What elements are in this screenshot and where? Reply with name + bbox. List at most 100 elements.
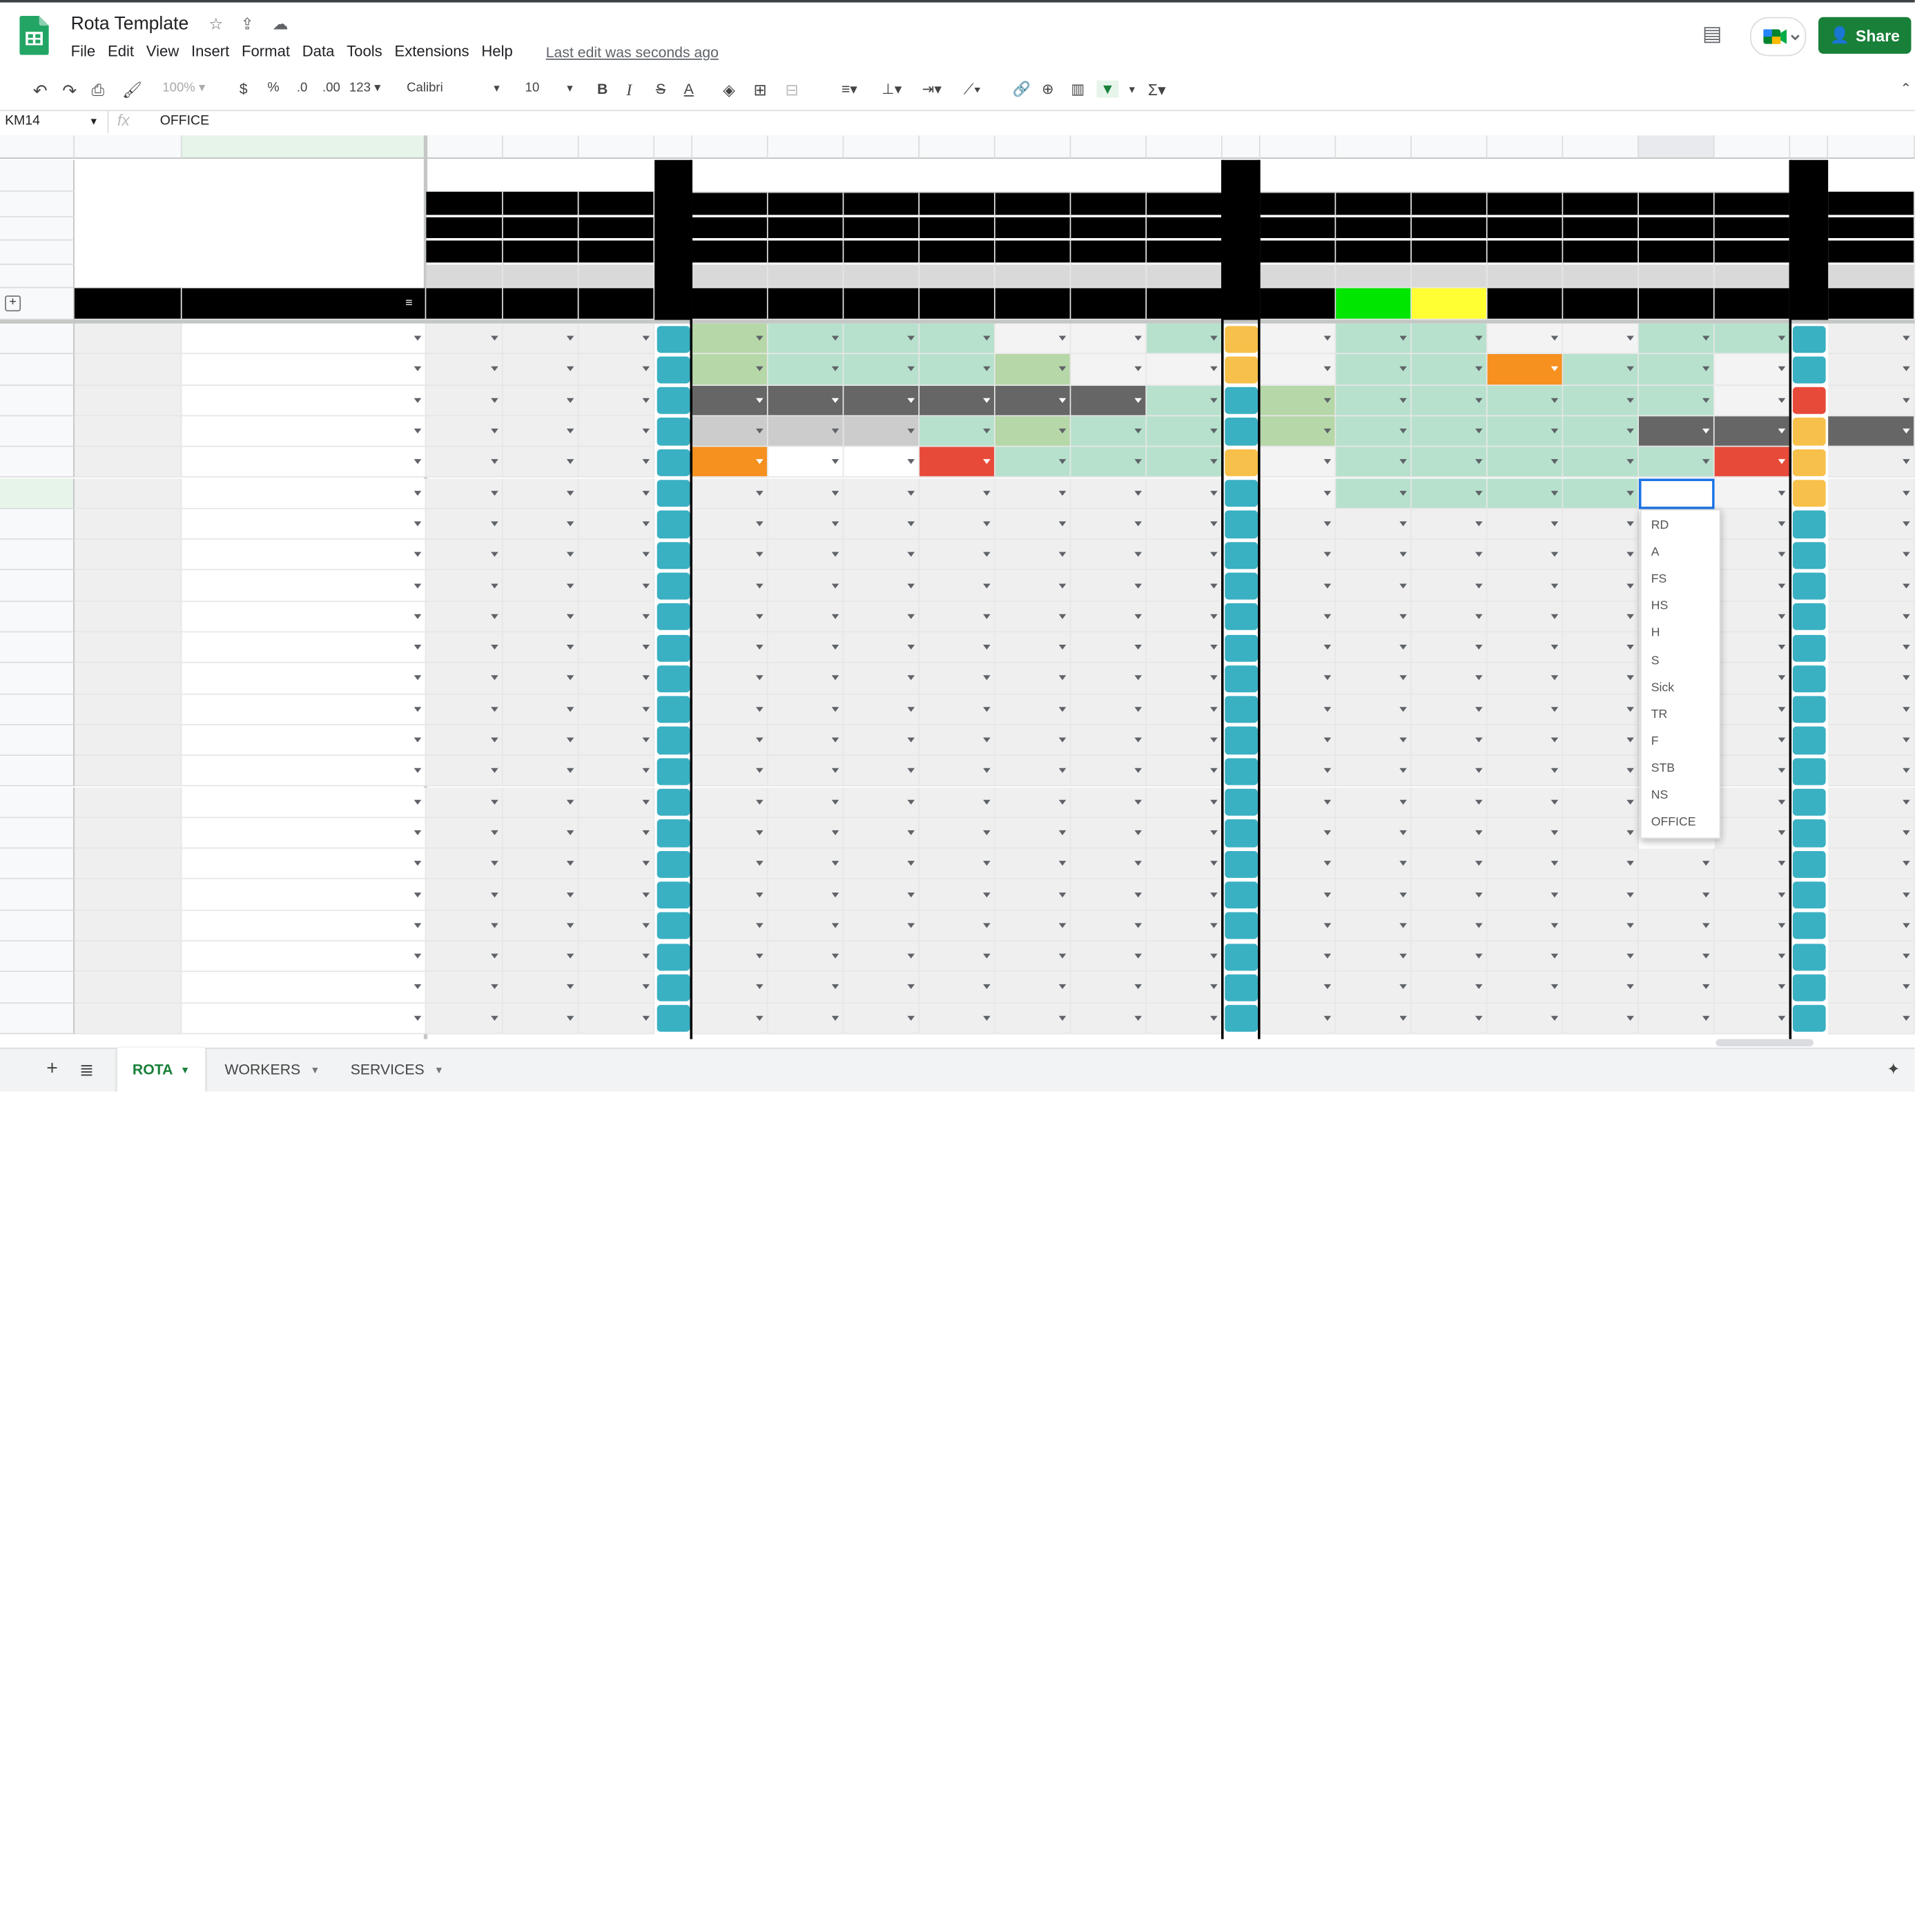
- row-header-30[interactable]: [0, 972, 75, 1004]
- row-header-10[interactable]: [0, 354, 75, 386]
- dropdown-arrow-icon[interactable]: [566, 861, 574, 866]
- cell-shift-ke[interactable]: [1071, 385, 1147, 417]
- cell-worker-name[interactable]: [182, 663, 427, 694]
- dropdown-arrow-icon[interactable]: [1475, 459, 1483, 465]
- dropdown-arrow-icon[interactable]: [1323, 923, 1332, 928]
- dropdown-arrow-icon[interactable]: [414, 737, 422, 743]
- dropdown-arrow-icon[interactable]: [1551, 923, 1559, 928]
- dropdown-arrow-icon[interactable]: [1134, 645, 1143, 650]
- column-header-a[interactable]: [74, 135, 182, 159]
- dropdown-arrow-icon[interactable]: [1475, 552, 1483, 558]
- dropdown-arrow-icon[interactable]: [1903, 490, 1910, 496]
- cell-empty-ki[interactable]: [1336, 663, 1412, 694]
- cell-worker-name[interactable]: [182, 447, 427, 478]
- column-header-kf[interactable]: [1147, 135, 1223, 159]
- dropdown-arrow-icon[interactable]: [414, 953, 422, 959]
- cell-empty-jw[interactable]: [503, 663, 579, 694]
- cell-empty-kn[interactable]: [1714, 632, 1791, 664]
- dropdown-arrow-icon[interactable]: [1399, 892, 1407, 897]
- cell-empty-kn[interactable]: [1714, 570, 1791, 602]
- cell-empty-kj[interactable]: [1411, 879, 1488, 911]
- row-header-14[interactable]: [0, 478, 75, 509]
- increase-decimal-button[interactable]: .00: [322, 81, 340, 95]
- dropdown-arrow-icon[interactable]: [1323, 706, 1332, 712]
- dropdown-arrow-icon[interactable]: [414, 614, 422, 619]
- cell-shift-jz[interactable]: [692, 416, 768, 447]
- dropdown-arrow-icon[interactable]: [756, 984, 764, 990]
- dropdown-arrow-icon[interactable]: [1323, 583, 1332, 588]
- column-filter-icon[interactable]: ≡: [405, 297, 412, 310]
- cell-empty-km[interactable]: [1638, 972, 1715, 1004]
- cell-empty-kb[interactable]: [844, 756, 920, 788]
- dropdown-arrow-icon[interactable]: [1475, 830, 1483, 835]
- currency-format-button[interactable]: $: [240, 81, 248, 98]
- dropdown-arrow-icon[interactable]: [756, 428, 764, 434]
- cell-shift-kc[interactable]: [920, 354, 995, 386]
- cell-empty-kb[interactable]: [844, 941, 920, 973]
- dropdown-arrow-icon[interactable]: [1399, 398, 1407, 403]
- column-header-jy[interactable]: [654, 135, 693, 159]
- dropdown-arrow-icon[interactable]: [907, 428, 915, 434]
- cell-worker-name[interactable]: [182, 509, 427, 540]
- dropdown-arrow-icon[interactable]: [1475, 614, 1483, 619]
- dropdown-arrow-icon[interactable]: [1626, 737, 1634, 743]
- cell-empty-kn[interactable]: [1714, 756, 1791, 788]
- dropdown-arrow-icon[interactable]: [1210, 552, 1218, 558]
- cell-empty-kk[interactable]: [1487, 509, 1564, 540]
- dropdown-arrow-icon[interactable]: [983, 490, 991, 496]
- dropdown-arrow-icon[interactable]: [831, 676, 839, 681]
- add-sheet-icon[interactable]: +: [46, 1048, 58, 1092]
- dropdown-arrow-icon[interactable]: [983, 676, 991, 681]
- cell-empty-kh[interactable]: [1260, 601, 1336, 633]
- dropdown-arrow-icon[interactable]: [983, 861, 991, 866]
- dropdown-arrow-icon[interactable]: [1399, 552, 1407, 558]
- undo-icon[interactable]: ↶: [33, 81, 48, 101]
- dropdown-arrow-icon[interactable]: [1903, 1015, 1910, 1021]
- dropdown-arrow-icon[interactable]: [1778, 737, 1786, 743]
- cell-shift-kb[interactable]: [844, 354, 920, 386]
- dropdown-arrow-icon[interactable]: [491, 367, 498, 372]
- cell-empty-jx[interactable]: [579, 540, 655, 571]
- dropdown-arrow-icon[interactable]: [1475, 768, 1483, 774]
- dropdown-arrow-icon[interactable]: [983, 428, 991, 434]
- dropdown-arrow-icon[interactable]: [642, 706, 650, 712]
- dropdown-arrow-icon[interactable]: [1778, 459, 1786, 465]
- cell-empty-jz[interactable]: [692, 540, 768, 571]
- cell-empty-jv[interactable]: [426, 632, 503, 664]
- cell-worker-name[interactable]: [182, 540, 427, 571]
- cell-empty-kp[interactable]: [1828, 632, 1915, 664]
- cell-empty-kf[interactable]: [1147, 570, 1223, 602]
- cell-shift-kk[interactable]: [1487, 323, 1564, 355]
- dropdown-arrow-icon[interactable]: [1778, 861, 1786, 866]
- dropdown-arrow-icon[interactable]: [414, 490, 422, 496]
- dropdown-arrow-icon[interactable]: [983, 552, 991, 558]
- cell-shift-jz[interactable]: [692, 385, 768, 417]
- cell-empty-jz[interactable]: [692, 756, 768, 788]
- dropdown-arrow-icon[interactable]: [1210, 676, 1218, 681]
- dropdown-arrow-icon[interactable]: [1210, 830, 1218, 835]
- cell-empty-kc[interactable]: [920, 725, 995, 757]
- cell-empty-kl[interactable]: [1563, 879, 1639, 911]
- cell-empty-kh[interactable]: [1260, 1003, 1336, 1035]
- dropdown-arrow-icon[interactable]: [491, 552, 498, 558]
- cell-empty-ki[interactable]: [1336, 540, 1412, 571]
- dropdown-arrow-icon[interactable]: [1778, 428, 1786, 434]
- cell-empty-kd[interactable]: [995, 910, 1071, 941]
- dropdown-arrow-icon[interactable]: [1399, 490, 1407, 496]
- cell-shift-kn[interactable]: [1714, 478, 1791, 509]
- cell-shift-jz[interactable]: [692, 447, 768, 478]
- dropdown-arrow-icon[interactable]: [1134, 706, 1143, 712]
- dropdown-arrow-icon[interactable]: [1626, 552, 1634, 558]
- dropdown-arrow-icon[interactable]: [983, 521, 991, 527]
- dropdown-arrow-icon[interactable]: [1551, 521, 1559, 527]
- validation-dropdown[interactable]: RD A FS HS H S Sick TR F STB NS OFFICE: [1640, 509, 1721, 839]
- dropdown-arrow-icon[interactable]: [414, 861, 422, 866]
- dropdown-arrow-icon[interactable]: [414, 1015, 422, 1021]
- dropdown-arrow-icon[interactable]: [1058, 614, 1067, 619]
- cell-shift-kd[interactable]: [995, 478, 1071, 509]
- cell-empty-kc[interactable]: [920, 910, 995, 941]
- cell-empty-kf[interactable]: [1147, 848, 1223, 880]
- dropdown-arrow-icon[interactable]: [491, 521, 498, 527]
- cell-empty-ka[interactable]: [768, 910, 844, 941]
- cell-empty-kf[interactable]: [1147, 632, 1223, 664]
